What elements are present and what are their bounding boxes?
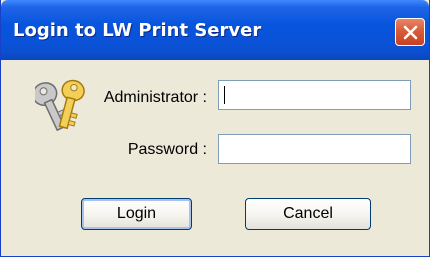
text-caret <box>224 86 225 104</box>
administrator-label: Administrator : <box>103 89 207 106</box>
window-title: Login to LW Print Server <box>13 20 262 41</box>
administrator-input[interactable] <box>218 80 411 110</box>
password-input[interactable] <box>218 134 411 164</box>
title-bar[interactable]: Login to LW Print Server <box>1 0 429 60</box>
password-label: Password : <box>127 141 207 158</box>
close-icon <box>403 25 418 40</box>
cancel-button[interactable]: Cancel <box>245 198 371 230</box>
login-button[interactable]: Login <box>81 198 192 230</box>
login-dialog: Login to LW Print Server Administrator :… <box>0 0 430 257</box>
keys-icon <box>35 79 85 132</box>
close-button[interactable] <box>395 18 425 46</box>
